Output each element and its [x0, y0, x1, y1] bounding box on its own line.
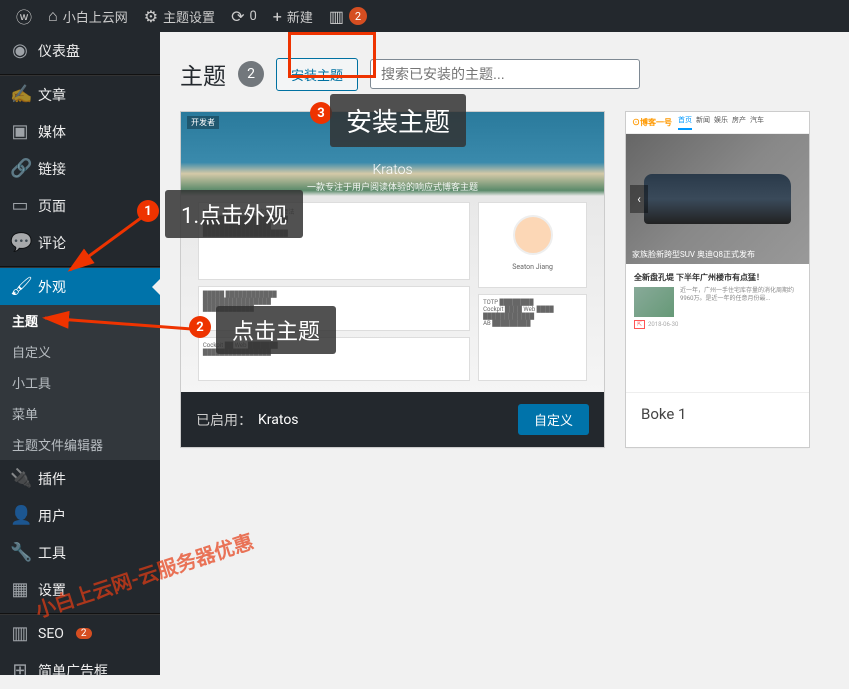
theme-count-badge: 2	[238, 61, 264, 87]
menu-posts[interactable]: ✍文章	[0, 76, 160, 113]
theme-screenshot-boke: ⊙博客一号 首页新闻娱乐房产汽车 ‹ 家族脸新跨型SUV 奥迪Q8正式发布 全新…	[626, 112, 809, 392]
brush-icon: 🖌	[10, 276, 30, 297]
chevron-left-icon: ‹	[630, 185, 648, 213]
theme-card-active[interactable]: 开发者 Kratos 一款专注于用户阅读体验的响应式博客主题 TOTP · 基于…	[180, 111, 605, 448]
menu-users[interactable]: 👤用户	[0, 497, 160, 534]
admin-sidebar: ◉仪表盘 ✍文章 ▣媒体 🔗链接 ▭页面 💬评论 🖌外观 主题 自定义 小工具 …	[0, 32, 160, 675]
ads-icon: ⊞	[10, 660, 30, 681]
submenu-widgets[interactable]: 小工具	[0, 367, 160, 398]
user-icon: 👤	[10, 505, 30, 526]
main-content: 主题 2 安装主题 开发者 Kratos 一款专注于用户阅读体验的响应式博客主题…	[160, 32, 849, 458]
annotation-number-1: 1	[137, 200, 159, 222]
menu-seo[interactable]: ▥SEO2	[0, 615, 160, 652]
submenu-themes[interactable]: 主题	[0, 305, 160, 336]
submenu-editor[interactable]: 主题文件编辑器	[0, 429, 160, 460]
annotation-label-1: 1.点击外观	[165, 190, 303, 238]
submenu-customize[interactable]: 自定义	[0, 336, 160, 367]
media-icon: ▣	[10, 121, 30, 142]
appearance-submenu: 主题 自定义 小工具 菜单 主题文件编辑器	[0, 305, 160, 460]
wp-logo[interactable]: ⓦ	[8, 0, 40, 32]
updates-link[interactable]: ⟳0	[223, 0, 265, 32]
customize-button[interactable]: 自定义	[518, 404, 589, 435]
comment-icon: 💬	[10, 232, 30, 253]
menu-dashboard[interactable]: ◉仪表盘	[0, 32, 160, 69]
settings-icon: ▦	[10, 579, 30, 600]
active-theme-name: Kratos	[258, 412, 299, 428]
menu-links[interactable]: 🔗链接	[0, 150, 160, 187]
new-content-link[interactable]: +新建	[265, 0, 321, 32]
page-header: 主题 2 安装主题	[180, 57, 829, 91]
link-icon: 🔗	[10, 158, 30, 179]
theme-settings-link[interactable]: ⚙主题设置	[136, 0, 223, 32]
seo-icon: ▥	[10, 623, 30, 644]
search-themes-input[interactable]	[370, 59, 640, 89]
theme-card-boke[interactable]: ⊙博客一号 首页新闻娱乐房产汽车 ‹ 家族脸新跨型SUV 奥迪Q8正式发布 全新…	[625, 111, 810, 448]
menu-tools[interactable]: 🔧工具	[0, 534, 160, 571]
menu-plugins[interactable]: 🔌插件	[0, 460, 160, 497]
menu-ads[interactable]: ⊞简单广告框	[0, 652, 160, 689]
annotation-number-3: 3	[310, 102, 332, 124]
install-theme-button[interactable]: 安装主题	[276, 58, 358, 91]
menu-comments[interactable]: 💬评论	[0, 224, 160, 261]
dashboard-icon: ◉	[10, 40, 30, 61]
annotation-label-2: 点击主题	[216, 306, 336, 354]
plugin-icon: 🔌	[10, 468, 30, 489]
seo-count-badge: 2	[76, 628, 92, 639]
menu-media[interactable]: ▣媒体	[0, 113, 160, 150]
corner-badge: 开发者	[187, 116, 219, 129]
tools-icon: 🔧	[10, 542, 30, 563]
annotation-label-3: 安装主题	[330, 94, 466, 147]
menu-appearance[interactable]: 🖌外观	[0, 268, 160, 305]
admin-toolbar: ⓦ ⌂小白上云网 ⚙主题设置 ⟳0 +新建 ▥2	[0, 0, 849, 32]
pin-icon: ✍	[10, 84, 30, 105]
toolbar-badge: 2	[349, 7, 367, 25]
menu-pages[interactable]: ▭页面	[0, 187, 160, 224]
theme-active-bar: 已启用： Kratos 自定义	[181, 392, 604, 447]
themes-grid: 开发者 Kratos 一款专注于用户阅读体验的响应式博客主题 TOTP · 基于…	[180, 111, 829, 448]
page-icon: ▭	[10, 195, 30, 216]
annotation-number-2: 2	[189, 316, 211, 338]
page-title: 主题	[180, 57, 226, 91]
submenu-menus[interactable]: 菜单	[0, 398, 160, 429]
site-name-link[interactable]: ⌂小白上云网	[40, 0, 136, 32]
enabled-label: 已启用：	[196, 410, 252, 430]
theme-name: Boke 1	[626, 392, 809, 435]
menu-settings[interactable]: ▦设置	[0, 571, 160, 608]
seo-toolbar-link[interactable]: ▥2	[321, 0, 375, 32]
